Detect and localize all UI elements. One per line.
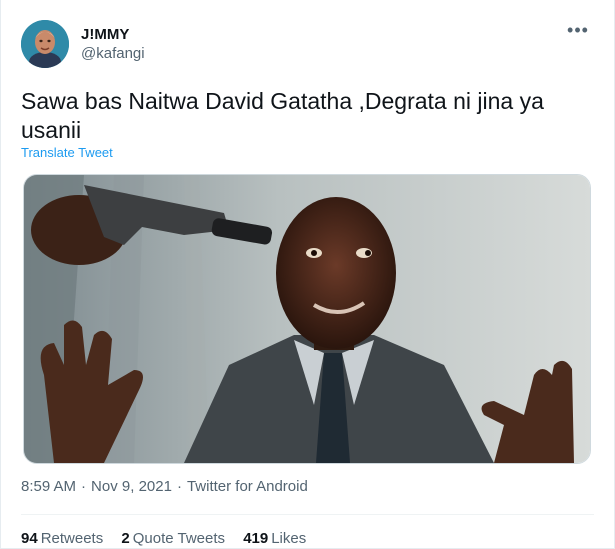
likes-stat[interactable]: 419 Likes <box>243 530 306 547</box>
tweet-date[interactable]: Nov 9, 2021 <box>91 478 172 495</box>
quote-tweets-label: Quote Tweets <box>132 530 226 547</box>
author-names: J!MMY @kafangi <box>81 26 145 64</box>
likes-label: Likes <box>271 530 307 547</box>
meta-separator: · <box>81 478 87 495</box>
tweet-stats: 94 Retweets 2 Quote Tweets 419 Likes <box>21 530 320 547</box>
user-handle[interactable]: @kafangi <box>81 44 145 64</box>
likes-count: 419 <box>243 530 269 547</box>
tweet-photo[interactable] <box>23 174 591 464</box>
tweet-source[interactable]: Twitter for Android <box>187 478 308 495</box>
tweet-meta: 8:59 AM · Nov 9, 2021 · Twitter for Android <box>21 478 308 495</box>
tweet-text: Sawa bas Naitwa David Gatatha ,Degrata n… <box>21 88 544 143</box>
retweets-label: Retweets <box>40 530 104 547</box>
avatar[interactable] <box>21 20 69 68</box>
divider <box>21 514 594 515</box>
quote-tweets-count: 2 <box>121 530 130 547</box>
translate-tweet-link[interactable]: Translate Tweet <box>21 145 113 160</box>
retweets-stat[interactable]: 94 Retweets <box>21 530 103 547</box>
quote-tweets-stat[interactable]: 2 Quote Tweets <box>121 530 225 547</box>
more-dots-icon[interactable]: ••• <box>564 21 592 44</box>
tweet-header: J!MMY @kafangi ••• <box>21 20 596 70</box>
retweets-count: 94 <box>21 530 38 547</box>
tweet-time[interactable]: 8:59 AM <box>21 478 76 495</box>
avatar-icon <box>21 20 69 68</box>
display-name[interactable]: J!MMY <box>81 26 145 44</box>
meme-photo <box>24 175 590 463</box>
meta-separator: · <box>176 478 182 495</box>
tweet-card: J!MMY @kafangi ••• Sawa bas Naitwa David… <box>0 0 615 549</box>
